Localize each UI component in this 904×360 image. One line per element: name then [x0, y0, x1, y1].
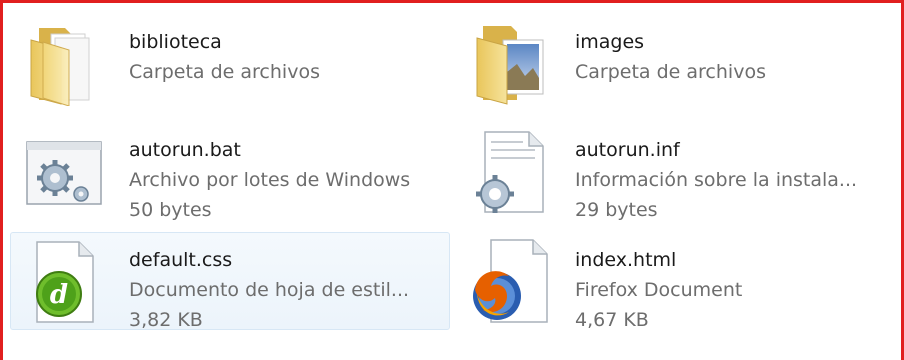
item-type: Carpeta de archivos — [129, 61, 320, 83]
batch-file-icon — [21, 128, 105, 214]
item-type: Firefox Document — [575, 279, 743, 301]
item-size: 29 bytes — [575, 199, 658, 221]
file-item-autorun-inf[interactable]: autorun.inf Información sobre la instala… — [456, 122, 896, 221]
image-folder-icon — [467, 20, 551, 106]
svg-text:d: d — [50, 280, 68, 310]
item-size: 3,82 KB — [129, 309, 203, 331]
item-name: biblioteca — [129, 31, 222, 53]
item-size: 50 bytes — [129, 199, 212, 221]
file-item-index-html[interactable]: index.html Firefox Document 4,67 KB — [456, 232, 896, 331]
setup-info-file-icon — [467, 128, 551, 214]
firefox-document-icon — [467, 238, 551, 324]
file-item-default-css[interactable]: d default.css Documento de hoja de estil… — [10, 232, 450, 331]
item-type: Documento de hoja de estil... — [129, 279, 410, 301]
item-name: index.html — [575, 249, 677, 271]
folder-icon — [21, 20, 105, 107]
item-size: 4,67 KB — [575, 309, 649, 331]
file-item-autorun-bat[interactable]: autorun.bat Archivo por lotes de Windows… — [10, 122, 450, 221]
item-type: Archivo por lotes de Windows — [129, 169, 411, 191]
css-document-icon: d — [21, 238, 105, 324]
folder-item-images[interactable]: images Carpeta de archivos — [456, 14, 896, 112]
item-name: autorun.bat — [129, 139, 241, 161]
item-type: Carpeta de archivos — [575, 61, 766, 83]
folder-item-biblioteca[interactable]: biblioteca Carpeta de archivos — [10, 14, 450, 112]
item-name: default.css — [129, 249, 233, 271]
item-type: Información sobre la instala... — [575, 169, 858, 191]
item-name: images — [575, 31, 645, 53]
item-name: autorun.inf — [575, 139, 680, 161]
